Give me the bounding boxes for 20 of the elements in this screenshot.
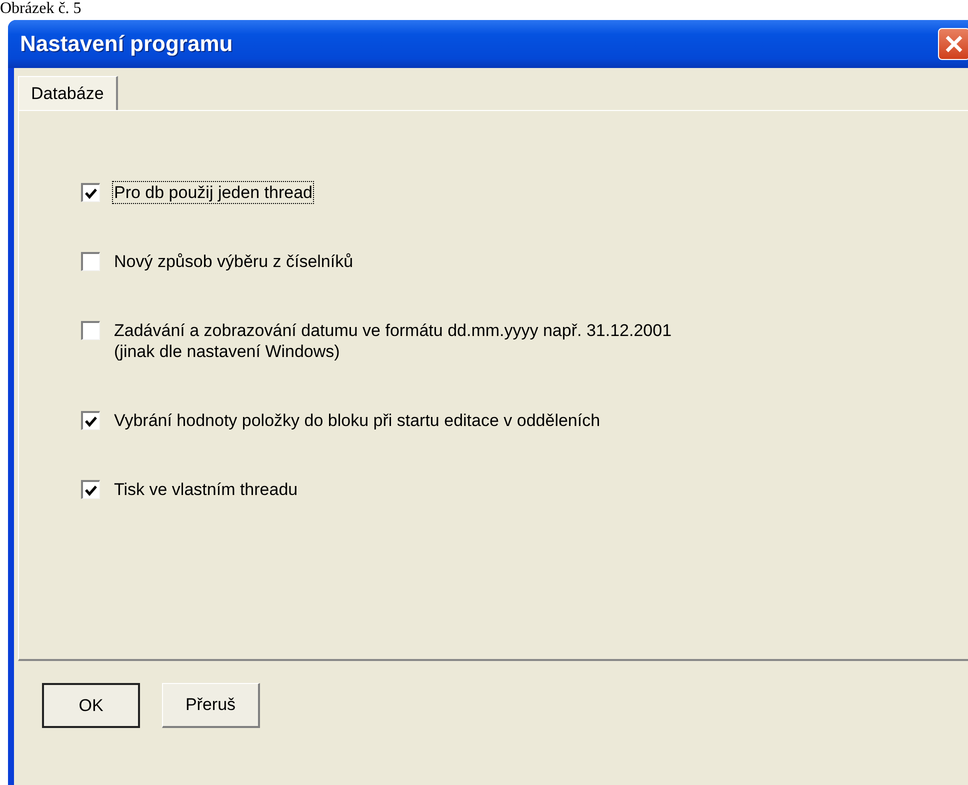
checkbox[interactable] [81,411,100,430]
checkbox-label[interactable]: Zadávání a zobrazování datumu ve formátu dd.mm.yyyy např. 31.12.2001 (jinak dle nastavení Windows) [112,319,674,363]
check-icon [85,188,97,198]
checkbox[interactable] [81,252,100,271]
checkbox[interactable] [81,480,100,499]
check-icon [85,484,97,496]
window-title: Nastavení programu [20,31,233,57]
close-icon [945,35,963,53]
figure-caption: Obrázek č. 5 [0,0,82,18]
check-icon [85,416,97,426]
checkbox[interactable] [81,183,100,202]
checkbox-label[interactable]: Vybrání hodnoty položky do bloku při startu editace v odděleních [112,409,602,432]
checkbox-label[interactable]: Nový způsob výběru z číselníků [112,250,356,273]
checkbox-label[interactable]: Pro db použij jeden thread [112,181,314,204]
dialog-button[interactable]: Přeruš [162,683,260,728]
close-button[interactable] [938,28,968,60]
tab[interactable]: Databáze [18,76,118,110]
checkbox-label[interactable]: Tisk ve vlastním threadu [112,478,300,501]
dialog-button[interactable]: OK [42,683,140,728]
checkbox[interactable] [81,321,100,340]
